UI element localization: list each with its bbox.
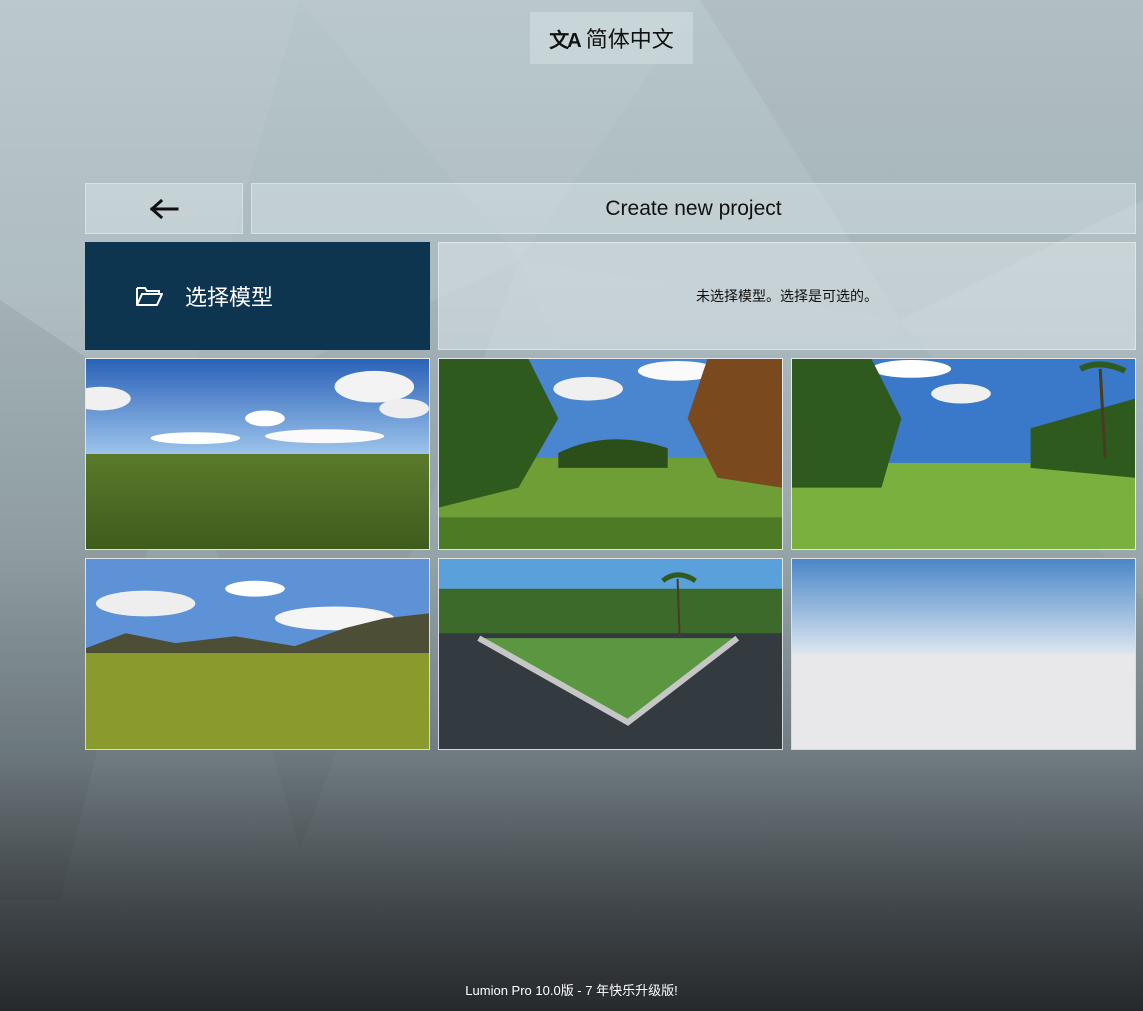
translate-icon: 文A: [549, 29, 581, 52]
back-button[interactable]: [85, 183, 243, 234]
model-status: 未选择模型。选择是可选的。: [438, 242, 1136, 350]
page-title: Create new project: [251, 183, 1136, 234]
template-road-intersection-park[interactable]: [438, 558, 783, 750]
language-label: 简体中文: [585, 27, 674, 52]
app-window: 文A 简体中文 Create new project 选择模型 未选择模型。选择…: [0, 0, 1143, 1011]
folder-open-icon: [135, 285, 163, 307]
select-model-label: 选择模型: [185, 285, 274, 310]
language-selector[interactable]: 文A 简体中文: [530, 12, 693, 64]
model-status-text: 未选择模型。选择是可选的。: [696, 288, 878, 304]
page-title-text: Create new project: [605, 196, 782, 220]
select-model-button[interactable]: 选择模型: [85, 242, 430, 350]
footer-text: Lumion Pro 10.0版 - 7 年快乐升级版!: [465, 983, 678, 998]
footer-version: Lumion Pro 10.0版 - 7 年快乐升级版!: [0, 980, 1143, 999]
template-tropical-park[interactable]: [791, 358, 1136, 550]
template-blank-sky[interactable]: [791, 558, 1136, 750]
template-mountain-grassland[interactable]: [85, 558, 430, 750]
template-park-trees[interactable]: [438, 358, 783, 550]
arrow-left-icon: [149, 198, 179, 219]
template-grass-plain-sky[interactable]: [85, 358, 430, 550]
